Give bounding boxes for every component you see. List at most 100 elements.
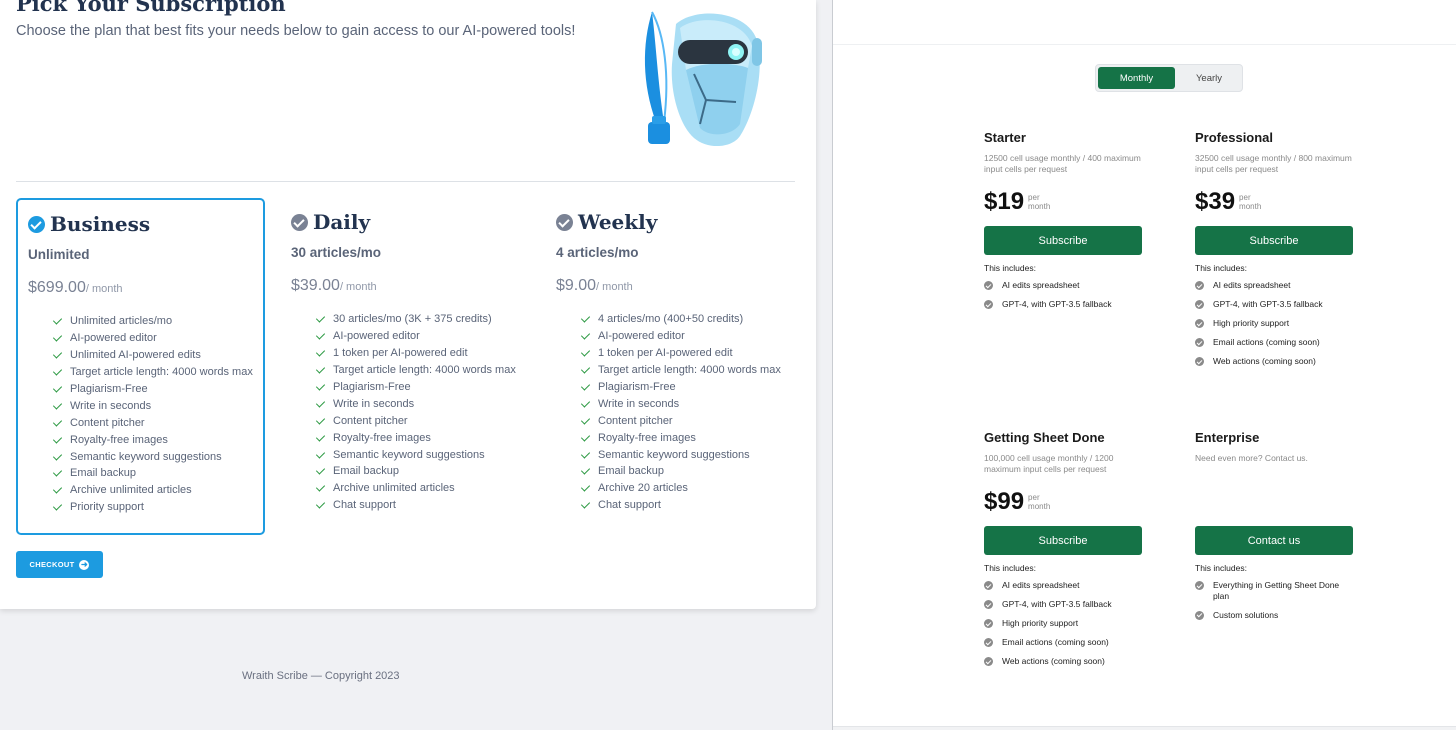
checkmark-icon — [52, 383, 64, 395]
feature-text: AI edits spreadsheet — [1002, 580, 1080, 590]
feature-text: Write in seconds — [333, 397, 415, 410]
feature-item: Royalty-free images — [52, 431, 253, 448]
tier-feature-item: AI edits spreadsheet — [1195, 280, 1343, 291]
subscribe-button[interactable]: Subscribe — [984, 526, 1142, 555]
check-circle-icon — [1195, 357, 1204, 366]
feature-item: Royalty-free images — [580, 429, 781, 446]
check-circle-icon — [984, 619, 993, 628]
tier-feature-item: Email actions (coming soon) — [1195, 337, 1343, 348]
checkmark-icon — [52, 434, 64, 446]
feature-item: Semantic keyword suggestions — [52, 448, 253, 465]
feature-list: 30 articles/mo (3K + 375 credits) AI-powe… — [315, 311, 516, 514]
tier-feature-item: High priority support — [984, 618, 1132, 629]
feature-text: Write in seconds — [70, 399, 152, 412]
tier-feature-list: AI edits spreadsheet GPT-4, with GPT-3.5 … — [984, 280, 1132, 318]
feature-text: Email backup — [598, 465, 665, 478]
feature-text: Chat support — [598, 499, 661, 512]
checkmark-icon — [315, 499, 327, 511]
feature-item: Plagiarism-Free — [315, 379, 516, 396]
plan-card-daily[interactable]: Daily 30 articles/mo $39.00/ month 30 ar… — [281, 198, 530, 535]
feature-item: 1 token per AI-powered edit — [315, 345, 516, 362]
feature-item: AI-powered editor — [315, 328, 516, 345]
toggle-yearly[interactable]: Yearly — [1176, 67, 1242, 89]
feature-text: Archive unlimited articles — [333, 482, 455, 495]
checkmark-icon — [52, 451, 64, 463]
checkmark-icon — [315, 465, 327, 477]
feature-item: AI-powered editor — [580, 328, 781, 345]
tier-feature-item: GPT-4, with GPT-3.5 fallback — [1195, 299, 1343, 310]
tier-feature-item: Web actions (coming soon) — [1195, 356, 1343, 367]
checkmark-icon — [580, 482, 592, 494]
feature-text: Target article length: 4000 words max — [70, 366, 253, 379]
feature-item: Semantic keyword suggestions — [315, 446, 516, 463]
tier-feature-list: AI edits spreadsheet GPT-4, with GPT-3.5 … — [984, 580, 1132, 675]
page-subtitle: Choose the plan that best fits your need… — [16, 23, 576, 39]
feature-item: Unlimited articles/mo — [52, 313, 253, 330]
feature-item: Priority support — [52, 499, 253, 516]
check-circle-icon — [984, 657, 993, 666]
checkmark-icon — [315, 398, 327, 410]
plan-subtitle: 30 articles/mo — [291, 245, 382, 260]
tier-description: Need even more? Contact us. — [1195, 453, 1308, 463]
arrow-right-icon: ➜ — [79, 559, 90, 570]
checkout-button[interactable]: CHECKOUT ➜ — [16, 551, 103, 578]
contact-us-button[interactable]: Contact us — [1195, 526, 1353, 555]
tier-feature-item: AI edits spreadsheet — [984, 580, 1132, 591]
billing-toggle: Monthly Yearly — [1095, 64, 1243, 92]
feature-item: Archive unlimited articles — [315, 480, 516, 497]
feature-item: Archive unlimited articles — [52, 482, 253, 499]
feature-item: Semantic keyword suggestions — [580, 446, 781, 463]
feature-item: AI-powered editor — [52, 330, 253, 347]
check-circle-icon — [291, 213, 308, 231]
tier-feature-item: GPT-4, with GPT-3.5 fallback — [984, 599, 1132, 610]
includes-label: This includes: — [1195, 263, 1247, 273]
feature-text: Plagiarism-Free — [333, 381, 411, 393]
subscribe-button[interactable]: Subscribe — [1195, 226, 1353, 255]
tier-name: Getting Sheet Done — [984, 430, 1105, 445]
left-window: Pick Your Subscription Choose the plan t… — [0, 0, 832, 730]
plan-name: Business — [50, 212, 151, 236]
feature-text: AI-powered editor — [598, 330, 685, 343]
feature-item: Chat support — [315, 497, 516, 514]
feature-item: 1 token per AI-powered edit — [580, 345, 781, 362]
footer-copyright: Wraith Scribe — Copyright 2023 — [242, 670, 400, 682]
feature-item: Plagiarism-Free — [52, 381, 253, 398]
feature-item: Write in seconds — [315, 395, 516, 412]
checkmark-icon — [580, 313, 592, 325]
plan-card-business[interactable]: Business Unlimited $699.00/ month Unlimi… — [16, 198, 265, 535]
feature-text: Email actions (coming soon) — [1213, 337, 1320, 347]
tier-feature-list: AI edits spreadsheet GPT-4, with GPT-3.5 … — [1195, 280, 1343, 375]
feature-text: AI edits spreadsheet — [1213, 280, 1291, 290]
feature-item: Plagiarism-Free — [580, 379, 781, 396]
robot-mascot-logo — [644, 11, 762, 147]
checkmark-icon — [52, 484, 64, 496]
plan-subtitle: Unlimited — [28, 247, 90, 262]
tier-feature-item: Custom solutions — [1195, 610, 1343, 621]
feature-text: GPT-4, with GPT-3.5 fallback — [1002, 599, 1112, 609]
feature-text: Unlimited AI-powered edits — [70, 349, 201, 362]
check-circle-icon — [984, 300, 993, 309]
checkmark-icon — [52, 315, 64, 327]
toggle-monthly[interactable]: Monthly — [1098, 67, 1175, 89]
feature-item: Target article length: 4000 words max — [580, 362, 781, 379]
plan-price: $39.00/ month — [291, 277, 377, 294]
tier-feature-item: AI edits spreadsheet — [984, 280, 1132, 291]
feature-text: 1 token per AI-powered edit — [598, 347, 733, 360]
checkmark-icon — [315, 482, 327, 494]
feature-text: AI-powered editor — [333, 330, 420, 343]
feature-text: Priority support — [70, 501, 144, 514]
subscription-card: Pick Your Subscription Choose the plan t… — [0, 0, 816, 609]
tier-name: Starter — [984, 130, 1026, 145]
checkmark-icon — [315, 347, 327, 359]
feature-text: 30 articles/mo (3K + 375 credits) — [333, 313, 492, 326]
feature-text: Archive 20 articles — [598, 482, 688, 495]
subscribe-button[interactable]: Subscribe — [984, 226, 1142, 255]
feature-text: Archive unlimited articles — [70, 484, 192, 497]
feature-text: Write in seconds — [598, 397, 680, 410]
includes-label: This includes: — [984, 563, 1036, 573]
feature-text: 4 articles/mo (400+50 credits) — [598, 313, 744, 326]
plan-card-weekly[interactable]: Weekly 4 articles/mo $9.00/ month 4 arti… — [546, 198, 795, 535]
checkmark-icon — [52, 332, 64, 344]
feature-item: Email backup — [315, 463, 516, 480]
check-circle-icon — [984, 581, 993, 590]
